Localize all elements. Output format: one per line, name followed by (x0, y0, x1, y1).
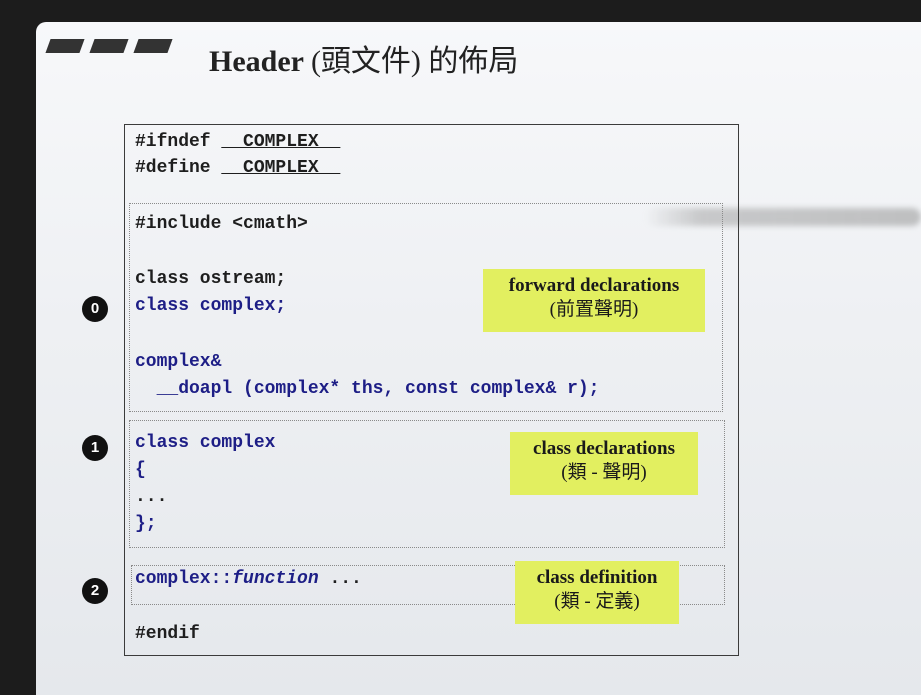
ifndef-keyword: #ifndef (135, 132, 222, 152)
function-return-line: complex& (135, 352, 222, 372)
definition-ellipsis: ... (318, 569, 362, 589)
note-class-definition: class definition (類 - 定義) (515, 561, 679, 624)
define-line: #define __COMPLEX__ (135, 157, 340, 179)
forward-ostream-line: class ostream; (135, 269, 287, 289)
define-macro: __COMPLEX__ (221, 158, 341, 178)
note-forward-zh: (前置聲明) (549, 299, 639, 320)
slide-title: Header (頭文件) 的佈局 (209, 36, 518, 80)
title-zh-rest: 的佈局 (428, 45, 519, 78)
note-classdef-zh: (類 - 定義) (554, 591, 640, 612)
note-forward-en: forward declarations (508, 275, 680, 296)
note-classdecl-zh: (類 - 聲明) (561, 462, 647, 483)
title-en: Header (209, 45, 304, 78)
class-head-line: class complex (135, 433, 276, 453)
note-forward-declarations: forward declarations (前置聲明) (483, 269, 705, 332)
class-definition-line: complex::function ... (135, 568, 362, 590)
include-line: #include <cmath> (135, 214, 308, 234)
note-classdef-en: class definition (536, 567, 658, 588)
note-classdecl-en: class declarations (533, 438, 675, 459)
ifndef-macro: __COMPLEX__ (221, 132, 341, 152)
note-class-declarations: class declarations (類 - 聲明) (510, 432, 698, 495)
marker-2: 2 (82, 578, 108, 604)
title-zh-paren: (頭文件) (310, 45, 421, 78)
ifndef-line: #ifndef __COMPLEX__ (135, 131, 340, 153)
scope-text: complex:: (135, 569, 233, 589)
class-body-ellipsis: ... (135, 487, 168, 507)
endif-line: #endif (135, 624, 200, 644)
close-brace-line: }; (135, 514, 157, 534)
forward-complex-line: class complex; (135, 296, 287, 316)
function-signature-line: __doapl (complex* ths, const complex& r)… (135, 379, 600, 399)
marker-0: 0 (82, 296, 108, 322)
function-word: function (232, 569, 319, 589)
marker-1: 1 (82, 435, 108, 461)
open-brace-line: { (135, 460, 146, 480)
define-keyword: #define (135, 158, 222, 178)
